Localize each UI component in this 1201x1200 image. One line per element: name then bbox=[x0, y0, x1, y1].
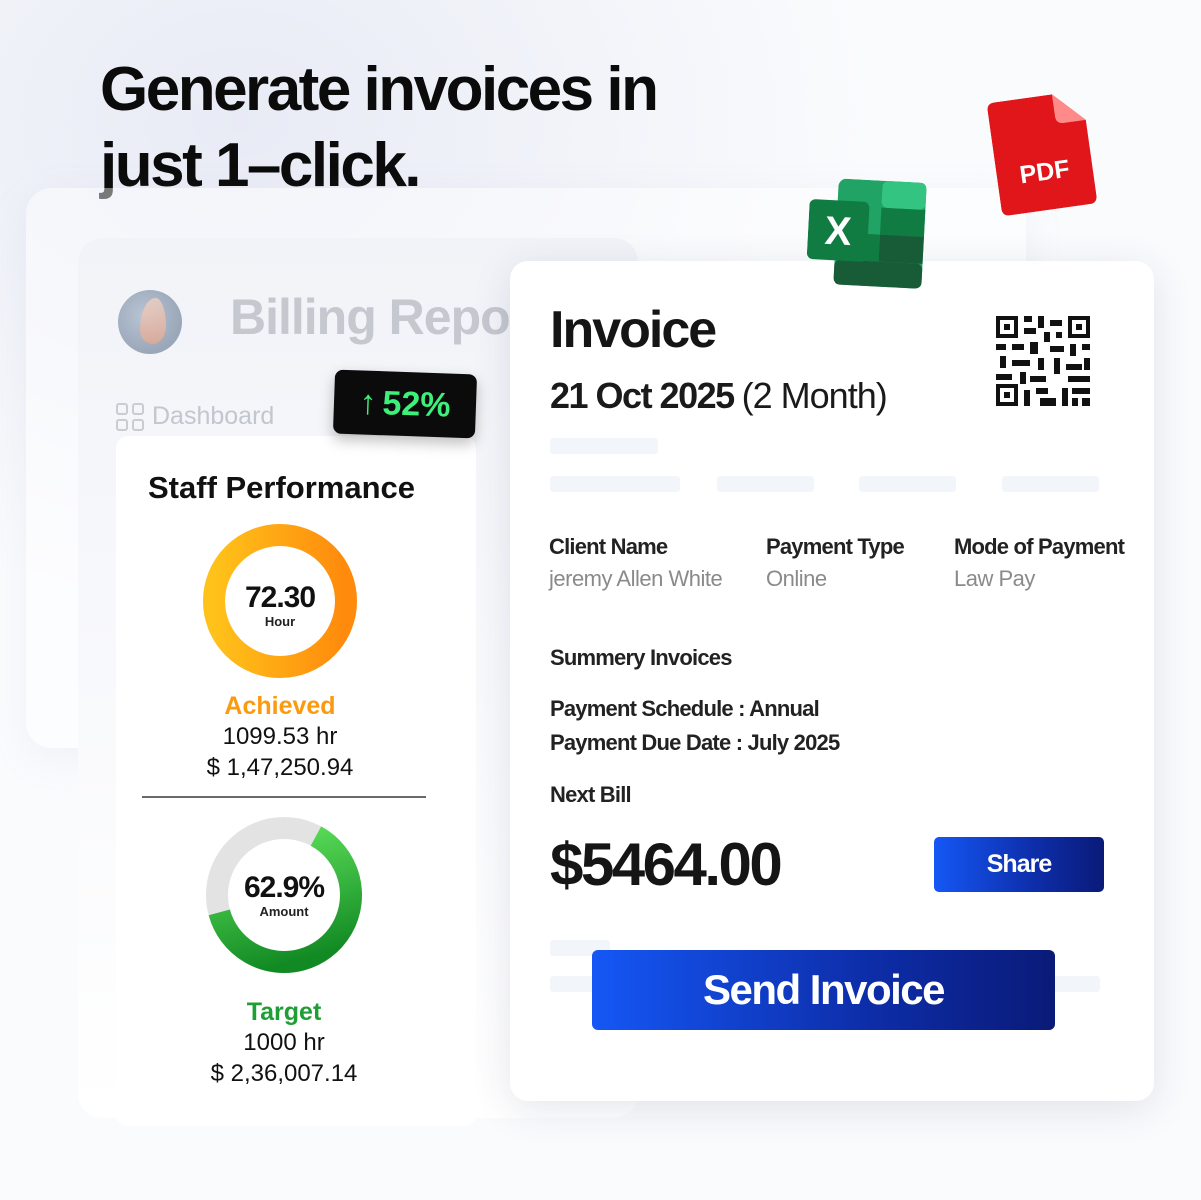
target-stats: Target 1000 hr $ 2,36,007.14 bbox=[134, 998, 434, 1089]
qr-code-icon bbox=[996, 316, 1090, 406]
achieved-label: Achieved bbox=[224, 692, 336, 720]
next-bill-label: Next Bill bbox=[550, 782, 632, 807]
excel-icon: X bbox=[806, 178, 927, 289]
skeleton-bar bbox=[550, 476, 680, 492]
payment-schedule: Payment Schedule : Annual bbox=[550, 696, 820, 721]
payment-type-field: Payment Type Online bbox=[766, 534, 905, 592]
client-name-value: jeremy Allen White bbox=[549, 566, 723, 591]
payment-type-value: Online bbox=[766, 566, 827, 591]
target-percent-unit: Amount bbox=[259, 904, 309, 919]
stats-divider bbox=[142, 796, 426, 798]
achieved-hours-value: 72.30 bbox=[244, 581, 316, 614]
target-ring-label: 62.9% Amount bbox=[224, 871, 344, 920]
growth-value: 52% bbox=[381, 383, 452, 425]
staff-performance-title: Staff Performance bbox=[148, 470, 416, 505]
nav-item-dashboard[interactable]: Dashboard bbox=[116, 402, 274, 431]
headline: Generate invoices in just 1–click. bbox=[100, 52, 800, 204]
share-button[interactable]: Share bbox=[934, 837, 1104, 892]
target-hours: 1000 hr bbox=[243, 1029, 325, 1056]
payment-due-date: Payment Due Date : July 2025 bbox=[550, 730, 840, 755]
invoice-date: 21 Oct 2025 bbox=[550, 375, 735, 416]
skeleton-bar bbox=[1002, 476, 1099, 492]
skeleton-bar bbox=[717, 476, 814, 492]
growth-badge: ↑ 52% bbox=[332, 369, 478, 439]
achieved-stats: Achieved 1099.53 hr $ 1,47,250.94 bbox=[130, 692, 430, 783]
nav-dashboard-label: Dashboard bbox=[152, 402, 275, 430]
send-invoice-button[interactable]: Send Invoice bbox=[592, 950, 1055, 1030]
payment-type-label: Payment Type bbox=[766, 534, 905, 559]
achieved-amount: $ 1,47,250.94 bbox=[206, 754, 354, 781]
skeleton-bar bbox=[550, 438, 658, 454]
client-name-field: Client Name jeremy Allen White bbox=[549, 534, 723, 592]
target-label: Target bbox=[246, 998, 322, 1026]
target-percent-value: 62.9% bbox=[243, 871, 325, 904]
achieved-ring-label: 72.30 Hour bbox=[220, 581, 340, 630]
invoice-title: Invoice bbox=[550, 301, 717, 359]
achieved-hours: 1099.53 hr bbox=[222, 723, 338, 750]
next-bill-amount: $5464.00 bbox=[550, 831, 783, 898]
arrow-up-icon: ↑ bbox=[358, 382, 378, 422]
payment-mode-value: Law Pay bbox=[954, 566, 1035, 591]
payment-mode-field: Mode of Payment Law Pay bbox=[954, 534, 1125, 592]
target-amount: $ 2,36,007.14 bbox=[210, 1060, 358, 1087]
headline-line-1: Generate invoices in bbox=[100, 55, 659, 124]
client-name-label: Client Name bbox=[549, 534, 668, 559]
payment-mode-label: Mode of Payment bbox=[954, 534, 1125, 559]
skeleton-bar bbox=[859, 476, 956, 492]
app-logo-icon bbox=[118, 290, 182, 354]
excel-letter: X bbox=[824, 209, 853, 254]
pdf-icon: PDF bbox=[987, 94, 1097, 216]
dashboard-grid-icon bbox=[116, 402, 144, 431]
billing-report-title: Billing Repo bbox=[230, 289, 511, 345]
invoice-duration: (2 Month) bbox=[741, 375, 888, 416]
summary-invoices-heading: Summery Invoices bbox=[550, 645, 732, 670]
achieved-hours-unit: Hour bbox=[264, 614, 296, 629]
invoice-date-line: 21 Oct 2025 (2 Month) bbox=[550, 375, 888, 417]
